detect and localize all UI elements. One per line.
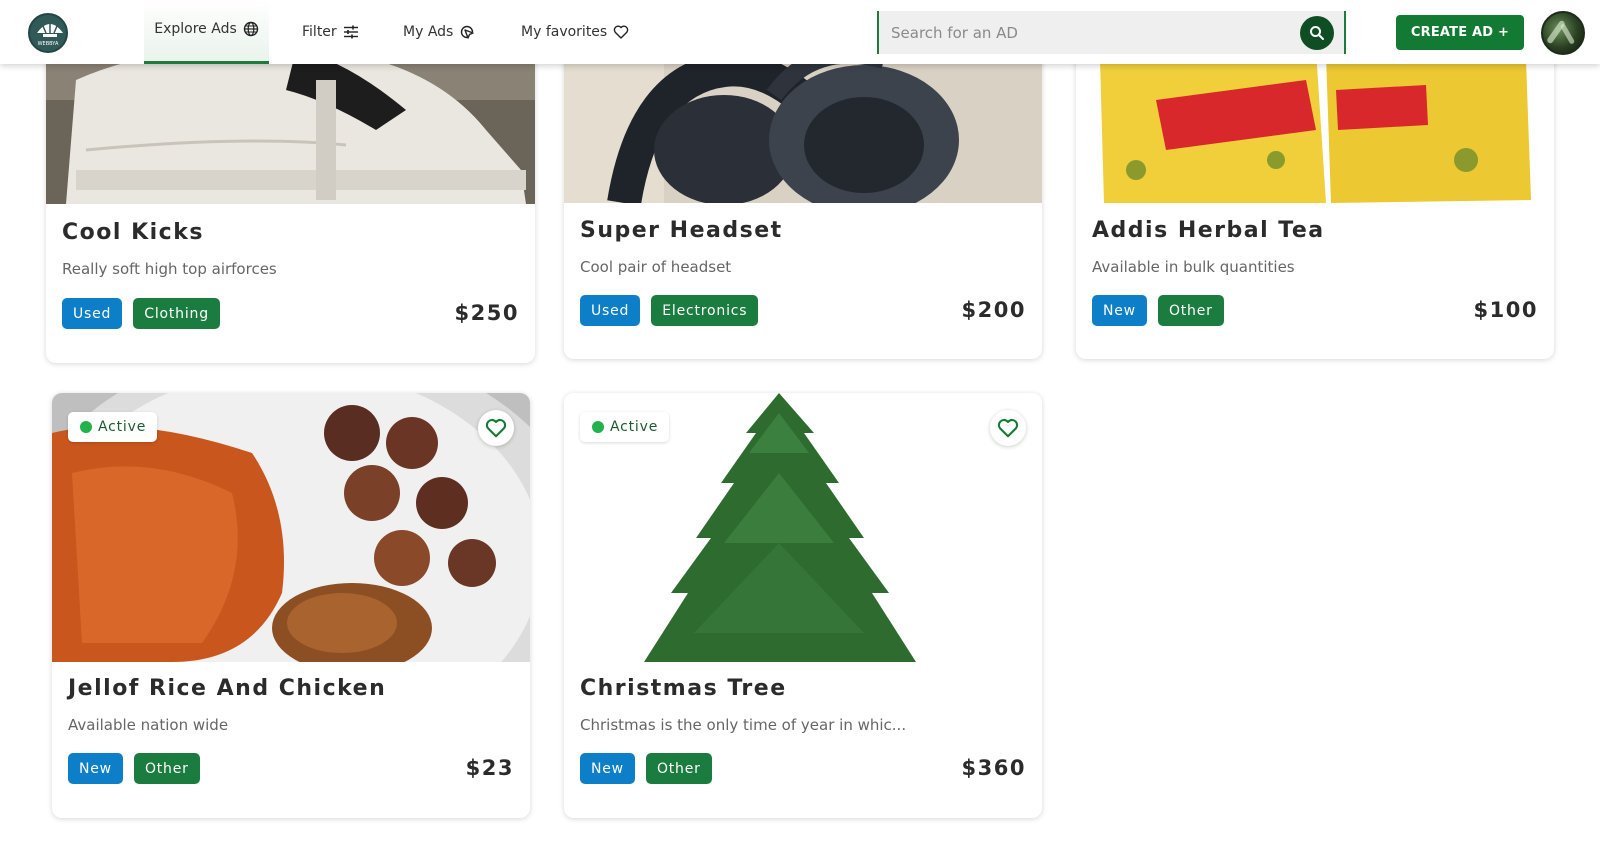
ad-tags: Used Clothing	[62, 298, 220, 329]
ad-card-cool-kicks[interactable]: Cool Kicks Really soft high top airforce…	[46, 20, 535, 363]
condition-tag: Used	[62, 298, 123, 329]
cursor-click-icon	[461, 25, 475, 39]
nav-explore-ads[interactable]: Explore Ads	[144, 0, 269, 64]
avatar[interactable]	[1541, 11, 1585, 55]
nav-filter-label: Filter	[302, 24, 337, 40]
ad-price: $200	[961, 298, 1026, 322]
favorite-button[interactable]	[990, 410, 1026, 446]
ad-price: $100	[1473, 298, 1538, 322]
ad-tags: New Other	[1092, 295, 1224, 326]
ad-description: Really soft high top airforces	[62, 260, 277, 278]
favorite-button[interactable]	[478, 410, 514, 446]
ad-description: Available nation wide	[68, 716, 229, 734]
category-tag: Other	[133, 753, 200, 784]
ad-price: $250	[454, 301, 519, 325]
nav-filter[interactable]: Filter	[302, 0, 359, 64]
nav-my-favorites[interactable]: My favorites	[521, 0, 629, 64]
ad-title: Super Headset	[580, 218, 783, 243]
status-badge: Active	[68, 412, 158, 442]
nav-favorites-label: My favorites	[521, 24, 608, 40]
logo[interactable]: WEBBYA	[28, 13, 68, 53]
ad-description: Cool pair of headset	[580, 258, 732, 276]
create-ad-button[interactable]: CREATE AD +	[1396, 15, 1524, 50]
ad-tags: New Other	[580, 753, 712, 784]
logo-text: WEBBYA	[37, 41, 59, 47]
sliders-icon	[343, 25, 358, 39]
heart-icon	[485, 419, 507, 438]
condition-tag: Used	[580, 295, 641, 326]
active-dot-icon	[592, 421, 604, 433]
ad-tags: Used Electronics	[580, 295, 759, 326]
top-navbar: WEBBYA Explore Ads Filter My Ads My favo…	[0, 0, 1600, 64]
active-dot-icon	[80, 421, 92, 433]
globe-icon	[243, 21, 258, 36]
category-tag: Other	[1157, 295, 1224, 326]
ad-price: $360	[961, 756, 1026, 780]
condition-tag: New	[68, 753, 123, 784]
status-label: Active	[98, 419, 147, 435]
status-badge: Active	[580, 412, 670, 442]
search-button[interactable]	[1300, 16, 1334, 50]
umbrella-icon	[37, 22, 63, 37]
ad-title: Christmas Tree	[580, 676, 787, 701]
nav-my-ads[interactable]: My Ads	[403, 0, 475, 64]
heart-icon	[613, 25, 629, 39]
category-tag: Clothing	[133, 298, 220, 329]
nav-explore-label: Explore Ads	[154, 20, 237, 37]
category-tag: Electronics	[651, 295, 759, 326]
condition-tag: New	[1092, 295, 1147, 326]
ad-card-super-headset[interactable]: Super Headset Cool pair of headset Used …	[564, 20, 1042, 359]
ad-price: $23	[465, 756, 514, 780]
search-icon	[1310, 26, 1324, 40]
ad-description: Available in bulk quantities	[1092, 258, 1295, 276]
search-input[interactable]	[891, 11, 1291, 54]
status-label: Active	[610, 419, 659, 435]
nav-my-ads-label: My Ads	[403, 24, 454, 40]
ad-title: Jellof Rice And Chicken	[68, 676, 387, 701]
ad-card-christmas-tree[interactable]: Active Christmas Tree Christmas is the o…	[564, 393, 1042, 818]
category-tag: Other	[645, 753, 712, 784]
ad-tags: New Other	[68, 753, 200, 784]
heart-icon	[997, 419, 1019, 438]
ad-title: Addis Herbal Tea	[1092, 218, 1325, 243]
search-bar	[877, 11, 1346, 54]
ad-card-jellof-rice[interactable]: Active Jellof Rice And Chicken Available…	[52, 393, 530, 818]
condition-tag: New	[580, 753, 635, 784]
ad-description: Christmas is the only time of year in wh…	[580, 716, 907, 734]
ad-title: Cool Kicks	[62, 220, 204, 245]
ad-card-addis-herbal-tea[interactable]: Addis Herbal Tea Available in bulk quant…	[1076, 20, 1554, 359]
